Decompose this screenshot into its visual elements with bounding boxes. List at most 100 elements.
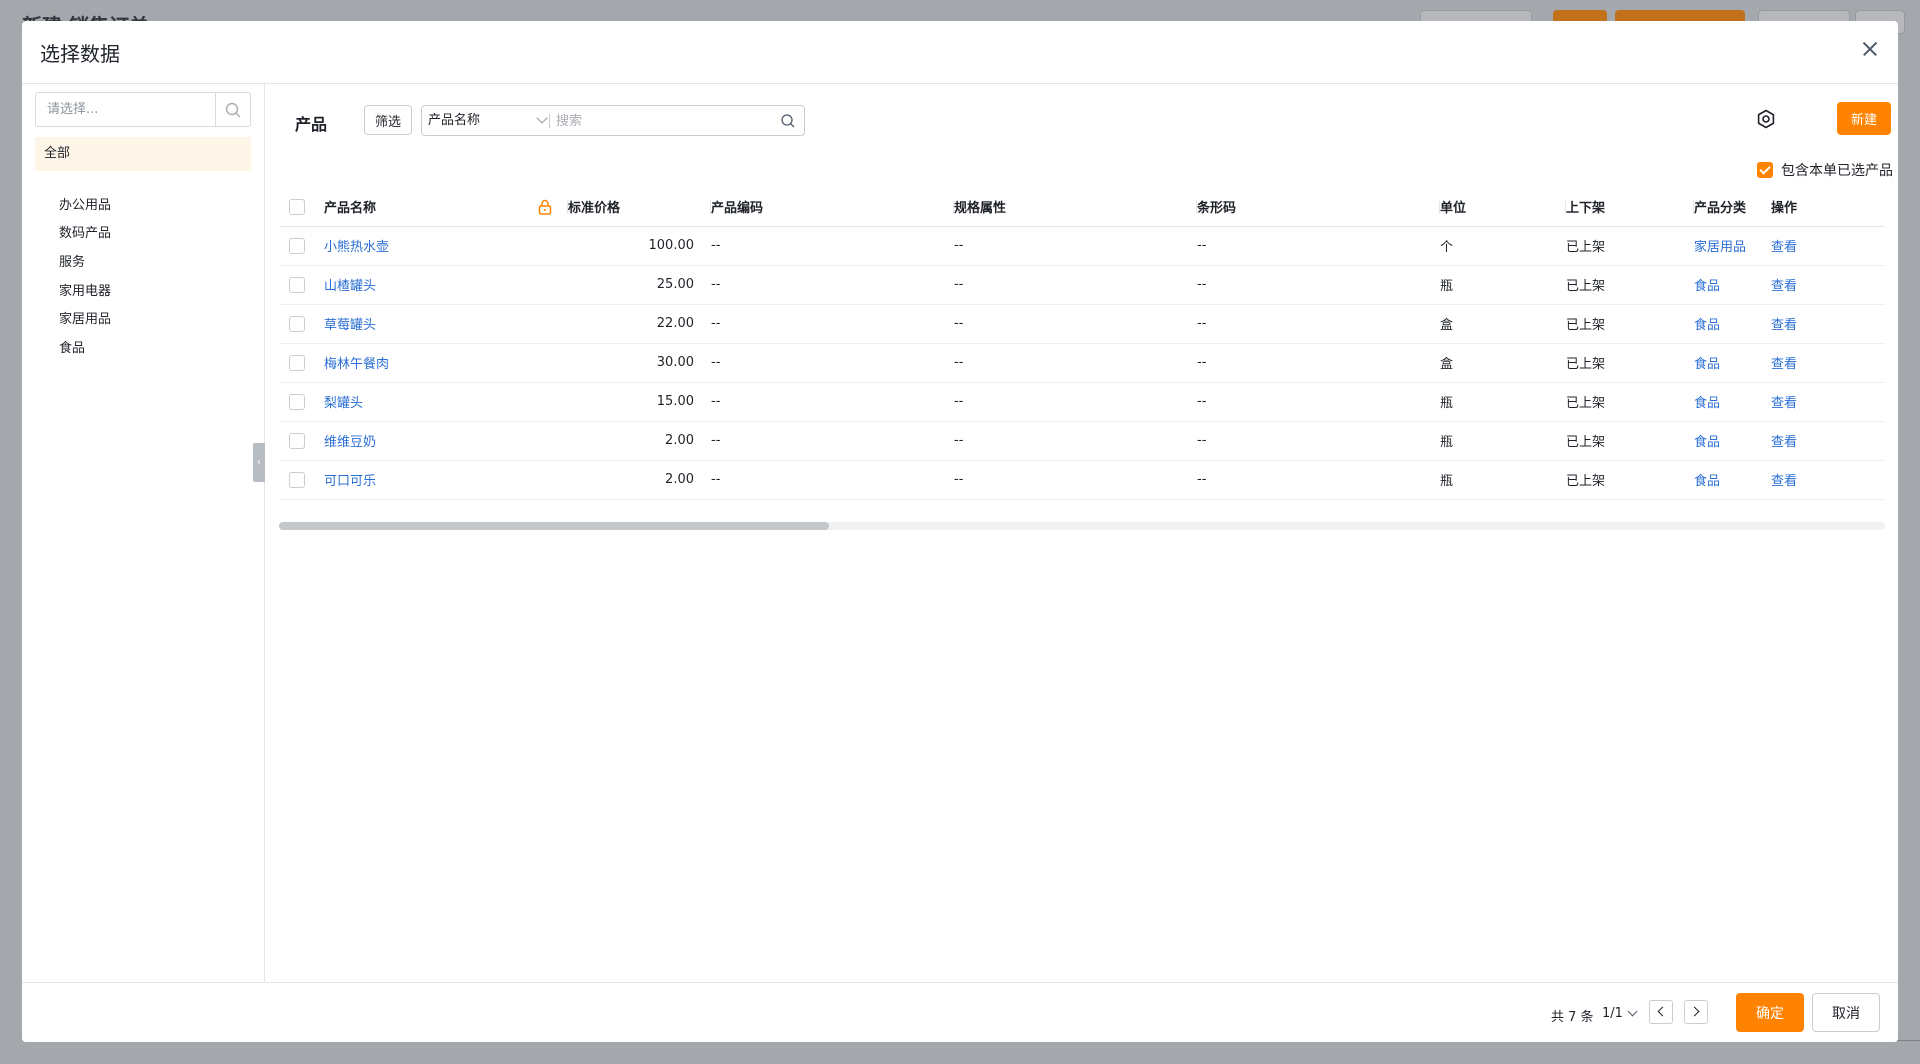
row-checkbox[interactable] — [289, 276, 305, 293]
product-name-link[interactable]: 梨罐头 — [324, 396, 363, 411]
price-cell: 25.00 — [568, 265, 711, 305]
dialog-title: 选择数据 — [40, 42, 120, 66]
include-selected-toggle[interactable]: 包含本单已选产品 — [1757, 160, 1893, 180]
barcode-cell: -- — [1197, 226, 1440, 266]
search-icon — [225, 102, 241, 117]
row-checkbox[interactable] — [289, 354, 305, 371]
cancel-button[interactable]: 取消 — [1812, 993, 1880, 1032]
view-link[interactable]: 查看 — [1771, 435, 1797, 450]
table-row[interactable]: 草莓罐头 22.00 -- -- -- 盒 已上架 食品 查看 — [279, 304, 1885, 344]
tree-item-home-goods[interactable]: 家居用品 — [59, 310, 111, 330]
close-icon[interactable] — [1856, 35, 1884, 63]
action-cell: 查看 — [1771, 226, 1885, 266]
view-link[interactable]: 查看 — [1771, 279, 1797, 294]
product-name-link[interactable]: 可口可乐 — [324, 474, 376, 489]
gear-icon[interactable] — [1755, 108, 1777, 130]
table-row[interactable]: 山楂罐头 25.00 -- -- -- 瓶 已上架 食品 查看 — [279, 265, 1885, 305]
category-link[interactable]: 食品 — [1694, 396, 1720, 411]
category-cell: 家居用品 — [1694, 226, 1771, 266]
row-checkbox[interactable] — [289, 432, 305, 449]
category-link[interactable]: 食品 — [1694, 474, 1720, 489]
product-name-link[interactable]: 草莓罐头 — [324, 318, 376, 333]
column-header-barcode[interactable]: 条形码 — [1197, 188, 1440, 227]
column-header-spec[interactable]: 规格属性 — [954, 188, 1197, 227]
category-link[interactable]: 食品 — [1694, 279, 1720, 294]
search-icon[interactable] — [780, 113, 796, 129]
tree-item-services[interactable]: 服务 — [59, 253, 85, 273]
row-checkbox[interactable] — [289, 393, 305, 410]
column-header-category[interactable]: 产品分类 — [1694, 188, 1771, 227]
include-selected-checkbox[interactable] — [1757, 162, 1773, 178]
row-select-cell — [279, 226, 324, 266]
next-page-button[interactable] — [1684, 1000, 1708, 1024]
table-row[interactable]: 梨罐头 15.00 -- -- -- 瓶 已上架 食品 查看 — [279, 382, 1885, 422]
category-link[interactable]: 食品 — [1694, 435, 1720, 450]
horizontal-scrollbar[interactable] — [279, 522, 1885, 530]
view-link[interactable]: 查看 — [1771, 396, 1797, 411]
category-link[interactable]: 家居用品 — [1694, 240, 1746, 255]
unit-cell: 盒 — [1440, 343, 1566, 383]
status-cell: 已上架 — [1566, 421, 1694, 461]
table-row[interactable]: 维维豆奶 2.00 -- -- -- 瓶 已上架 食品 查看 — [279, 421, 1885, 461]
category-link[interactable]: 食品 — [1694, 318, 1720, 333]
include-selected-label: 包含本单已选产品 — [1781, 163, 1893, 179]
list-title: 产品 — [295, 115, 328, 134]
product-name-cell: 梨罐头 — [324, 382, 568, 422]
category-search-button[interactable] — [215, 93, 250, 126]
row-select-cell — [279, 460, 324, 500]
product-search-input[interactable] — [556, 110, 766, 132]
tree-item-digital-products[interactable]: 数码产品 — [59, 224, 111, 244]
product-name-cell: 梅林午餐肉 — [324, 343, 568, 383]
column-header-status[interactable]: 上下架 — [1566, 188, 1694, 227]
dialog-header: 选择数据 — [22, 21, 1898, 84]
view-link[interactable]: 查看 — [1771, 474, 1797, 489]
tree-item-all[interactable]: 全部 — [35, 137, 251, 171]
view-link[interactable]: 查看 — [1771, 240, 1797, 255]
product-name-link[interactable]: 山楂罐头 — [324, 279, 376, 294]
sidebar-collapse-handle[interactable]: ‹ — [253, 443, 265, 482]
view-link[interactable]: 查看 — [1771, 318, 1797, 333]
table-row[interactable]: 可口可乐 2.00 -- -- -- 瓶 已上架 食品 查看 — [279, 460, 1885, 500]
row-select-cell — [279, 421, 324, 461]
category-cell: 食品 — [1694, 343, 1771, 383]
spec-cell: -- — [954, 382, 1197, 422]
table-header-row: 产品名称 标准价格 产品编码 规格属性 条形码 单位 上下架 产品分类 操作 — [279, 188, 1885, 227]
product-name-link[interactable]: 小熊热水壶 — [324, 240, 389, 255]
table-row[interactable]: 小熊热水壶 100.00 -- -- -- 个 已上架 家居用品 查看 — [279, 226, 1885, 266]
action-cell: 查看 — [1771, 304, 1885, 344]
view-link[interactable]: 查看 — [1771, 357, 1797, 372]
column-header-price[interactable]: 标准价格 — [568, 188, 711, 227]
table-row[interactable]: 梅林午餐肉 30.00 -- -- -- 盒 已上架 食品 查看 — [279, 343, 1885, 383]
page-selector[interactable]: 1/1 — [1602, 1006, 1638, 1021]
product-name-link[interactable]: 维维豆奶 — [324, 435, 376, 450]
column-header-name[interactable]: 产品名称 — [324, 188, 568, 227]
tree-item-food[interactable]: 食品 — [59, 339, 85, 359]
row-checkbox[interactable] — [289, 471, 305, 488]
search-field-select[interactable]: 产品名称 — [428, 111, 548, 131]
category-cell: 食品 — [1694, 382, 1771, 422]
lock-icon[interactable] — [538, 199, 552, 215]
new-product-button[interactable]: 新建 — [1837, 102, 1891, 135]
prev-page-button[interactable] — [1649, 1000, 1673, 1024]
tree-item-office-supplies[interactable]: 办公用品 — [59, 196, 111, 216]
column-code-label: 产品编码 — [711, 201, 764, 217]
select-all-checkbox[interactable] — [289, 198, 305, 215]
product-name-link[interactable]: 梅林午餐肉 — [324, 357, 389, 372]
category-link[interactable]: 食品 — [1694, 357, 1720, 372]
tree-item-appliances[interactable]: 家用电器 — [59, 282, 111, 302]
category-search-input[interactable] — [36, 93, 216, 126]
filter-button[interactable]: 筛选 — [364, 105, 412, 135]
row-select-cell — [279, 382, 324, 422]
product-search-box: 产品名称 — [421, 105, 805, 136]
row-checkbox[interactable] — [289, 315, 305, 332]
column-unit-label: 单位 — [1440, 201, 1467, 217]
code-cell: -- — [711, 226, 954, 266]
confirm-button[interactable]: 确定 — [1736, 993, 1804, 1032]
column-header-code[interactable]: 产品编码 — [711, 188, 954, 227]
barcode-cell: -- — [1197, 343, 1440, 383]
scrollbar-thumb[interactable] — [279, 522, 829, 530]
row-checkbox[interactable] — [289, 237, 305, 254]
unit-cell: 瓶 — [1440, 421, 1566, 461]
column-header-unit[interactable]: 单位 — [1440, 188, 1566, 227]
chevron-right-icon — [1689, 1006, 1700, 1017]
